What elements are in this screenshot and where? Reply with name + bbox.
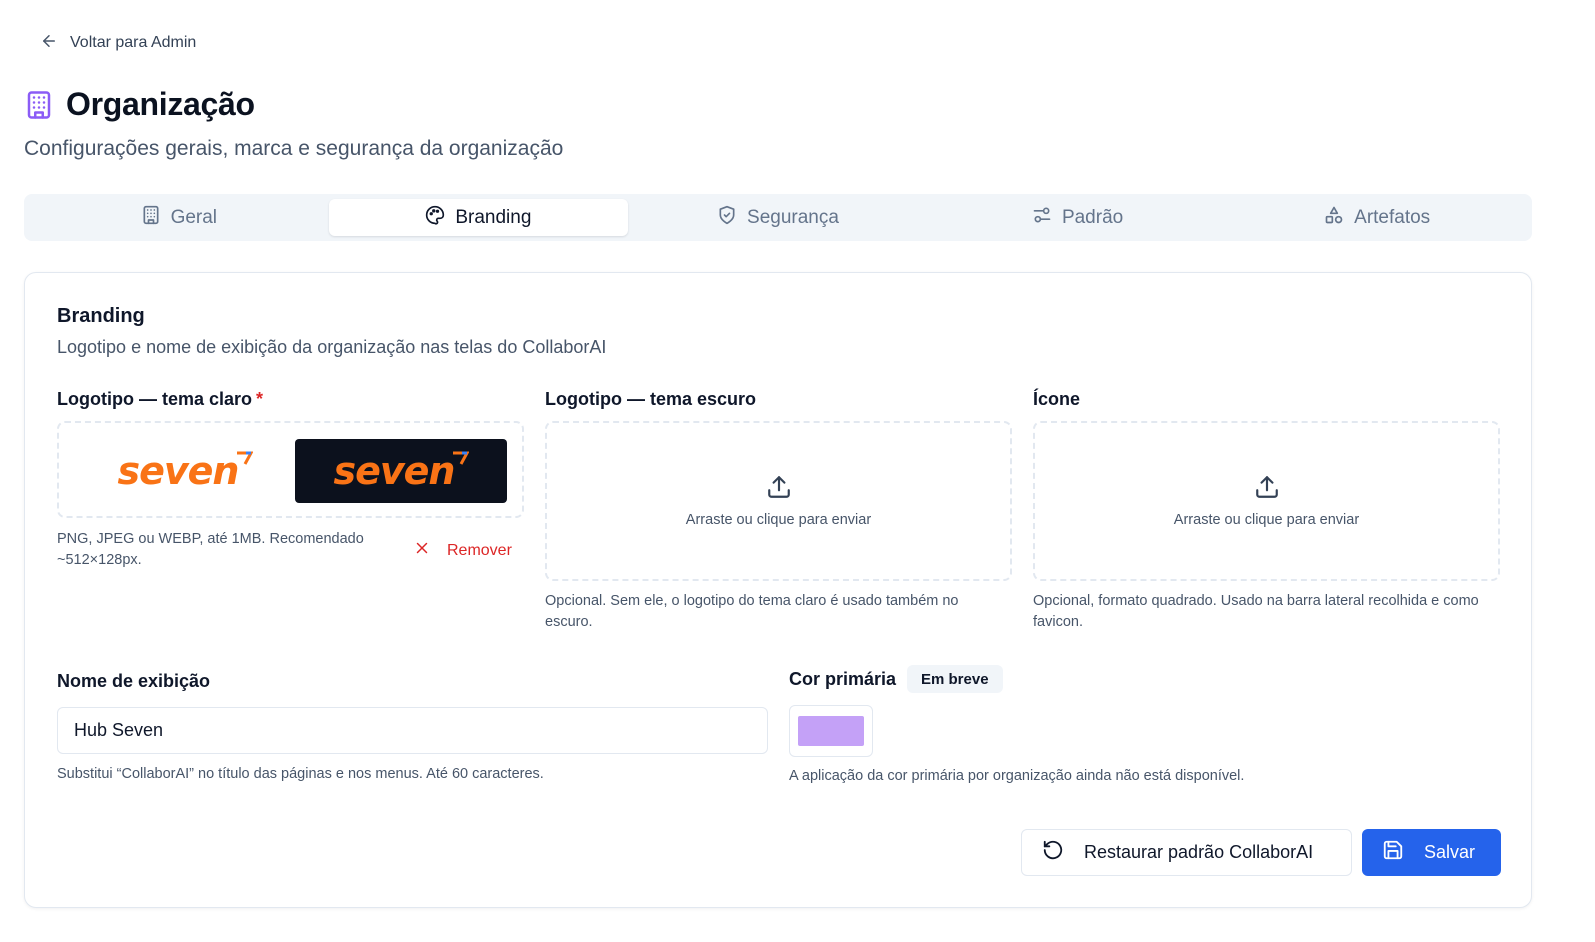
- upload-text: Arraste ou clique para enviar: [685, 512, 872, 528]
- logo-light-hint: PNG, JPEG ou WEBP, até 1MB. Recomendado …: [57, 531, 364, 568]
- tab-label: Artefatos: [1354, 206, 1431, 228]
- save-button[interactable]: Salvar: [1362, 829, 1501, 876]
- tab-seguranca[interactable]: Segurança: [628, 199, 928, 236]
- arrow-left-icon: [40, 32, 58, 55]
- tab-label: Branding: [455, 206, 532, 228]
- upload-icon: [1254, 474, 1280, 504]
- card-title: Branding: [57, 305, 145, 327]
- page-header: Organização Configurações gerais, marca …: [24, 86, 563, 161]
- logo-dark-dropzone[interactable]: Arraste ou clique para enviar: [545, 421, 1012, 581]
- branding-card: Branding Logotipo e nome de exibição da …: [24, 272, 1532, 908]
- display-name-hint: Substitui “CollaborAI” no título das pág…: [57, 766, 544, 782]
- tab-label: Padrão: [1061, 206, 1124, 228]
- remove-label: Remover: [447, 541, 512, 559]
- restore-default-button[interactable]: Restaurar padrão CollaborAI: [1021, 829, 1352, 876]
- display-name-input[interactable]: [57, 707, 768, 754]
- tab-geral[interactable]: Geral: [29, 199, 329, 236]
- logo-light-label: Logotipo — tema claro *: [57, 389, 263, 410]
- logo-dark-label: Logotipo — tema escuro: [545, 389, 757, 409]
- required-mark: *: [256, 389, 264, 409]
- back-link-label: Voltar para Admin: [70, 34, 197, 51]
- upload-icon: [766, 474, 792, 504]
- remove-logo-button[interactable]: Remover: [413, 539, 512, 562]
- logo-wordmark: seven: [117, 449, 240, 493]
- title-row: Organização: [24, 86, 563, 123]
- primary-color-picker[interactable]: [789, 705, 873, 757]
- logo-dark-hint: Opcional. Sem ele, o logotipo do tema cl…: [545, 593, 959, 630]
- page-subtitle: Configurações gerais, marca e segurança …: [24, 137, 564, 160]
- close-icon: [413, 539, 431, 562]
- logo-light-label-text: Logotipo — tema claro: [57, 389, 253, 409]
- primary-color-label: Cor primária: [789, 669, 897, 689]
- tab-artefatos[interactable]: Artefatos: [1227, 199, 1527, 236]
- back-to-admin-link[interactable]: Voltar para Admin: [40, 30, 196, 56]
- page-title: Organização: [66, 86, 255, 122]
- logo-wordmark: seven: [333, 449, 456, 493]
- building-icon: [141, 205, 161, 231]
- logo-dark-preview: seven: [295, 439, 507, 503]
- shapes-icon: [1324, 205, 1344, 231]
- shield-icon: [717, 205, 737, 231]
- rotate-ccw-icon: [1042, 839, 1064, 866]
- tab-branding[interactable]: Branding: [328, 199, 629, 236]
- logo-light-dropzone[interactable]: seven seven: [57, 421, 524, 518]
- tab-label: Geral: [170, 206, 218, 228]
- sliders-icon: [1032, 205, 1052, 231]
- primary-color-hint: A aplicação da cor primária por organiza…: [789, 768, 1245, 784]
- building-icon: [24, 90, 54, 120]
- save-label: Salvar: [1424, 842, 1476, 862]
- upload-text: Arraste ou clique para enviar: [1173, 512, 1360, 528]
- save-icon: [1382, 839, 1404, 866]
- icon-label: Ícone: [1033, 389, 1081, 409]
- icon-dropzone[interactable]: Arraste ou clique para enviar: [1033, 421, 1500, 581]
- restore-label: Restaurar padrão CollaborAI: [1084, 842, 1314, 862]
- tab-padrao[interactable]: Padrão: [928, 199, 1228, 236]
- settings-tabs: Geral Branding Segurança Padrão Artefato…: [24, 194, 1532, 241]
- coming-soon-badge: Em breve: [907, 665, 1003, 693]
- tab-label: Segurança: [747, 206, 839, 228]
- display-name-label: Nome de exibição: [57, 671, 211, 691]
- icon-hint: Opcional, formato quadrado. Usado na bar…: [1033, 593, 1479, 630]
- color-swatch: [798, 716, 864, 746]
- logo-light-preview: seven: [79, 439, 291, 503]
- palette-icon: [425, 205, 445, 231]
- card-description: Logotipo e nome de exibição da organizaç…: [57, 337, 607, 357]
